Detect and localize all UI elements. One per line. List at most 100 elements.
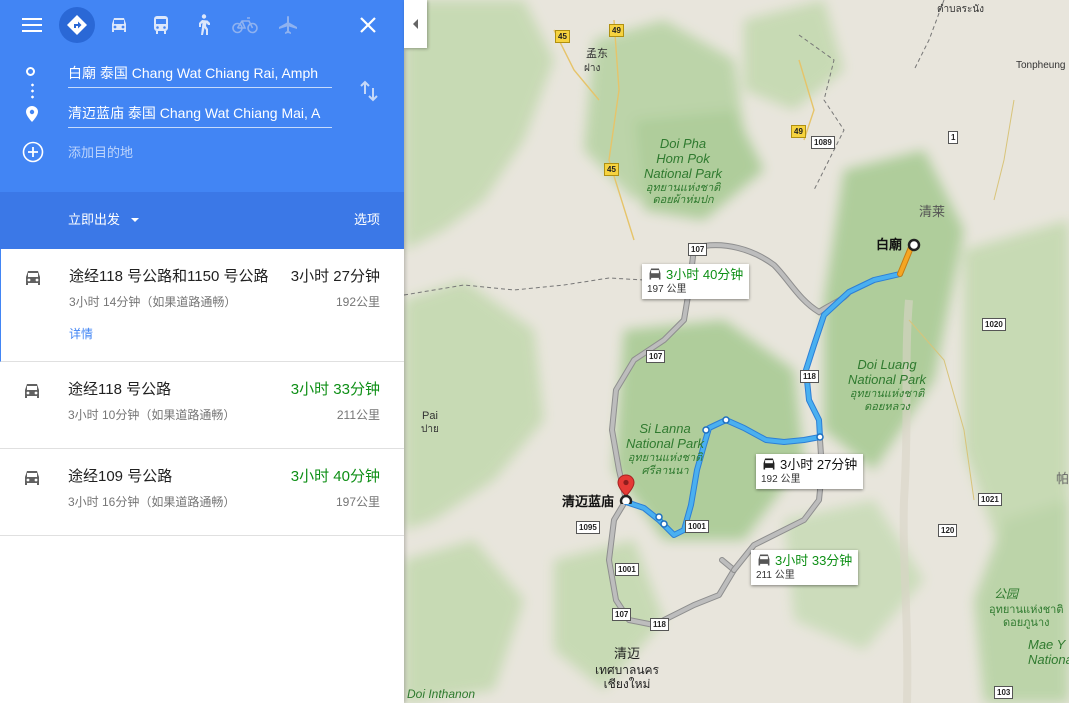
callout-time: 3小时 27分钟 bbox=[780, 457, 858, 472]
route-duration: 3小时 40分钟 bbox=[290, 468, 380, 485]
town-label-chiangmai-thai: เทศบาลนคร เชียงใหม่ bbox=[594, 663, 659, 691]
destination-map-label: 清迈蓝庙 bbox=[562, 494, 615, 509]
town-label-chiangrai: 清莱 bbox=[919, 204, 946, 219]
route-duration: 3小时 27分钟 bbox=[290, 268, 380, 285]
callout-time: 3小时 40分钟 bbox=[666, 267, 744, 282]
route-typical-duration: 3小时 16分钟（如果道路通畅） bbox=[68, 495, 236, 509]
route-distance: 192公里 bbox=[335, 295, 380, 309]
town-label-mengdong-thai: ฝาง bbox=[584, 63, 601, 74]
waypoint-dot bbox=[816, 433, 824, 441]
town-label-far-right: 帕 bbox=[1056, 471, 1069, 486]
highway-shield: 49 bbox=[791, 125, 806, 138]
car-icon bbox=[22, 469, 42, 492]
walk-icon[interactable] bbox=[185, 7, 221, 43]
park-label-right: 公园 bbox=[994, 587, 1019, 602]
route-option-2[interactable]: 途经118 号公路 3小时 33分钟 3小时 10分钟（如果道路通畅） 211公… bbox=[0, 362, 404, 449]
highway-shield: 1095 bbox=[576, 521, 600, 534]
highway-shield: 103 bbox=[994, 686, 1014, 699]
park-thai-line: ดอยภูนาง bbox=[1002, 616, 1050, 629]
callout-distance: 211 公里 bbox=[756, 570, 795, 581]
highway-shield: 107 bbox=[646, 350, 666, 363]
callout-distance: 197 公里 bbox=[647, 284, 687, 295]
depart-options-bar: 立即出发 选项 bbox=[0, 192, 404, 249]
route-details-link[interactable]: 详情 bbox=[69, 327, 93, 341]
park-thai-line: อุทยานแห่งชาติ bbox=[645, 181, 721, 194]
destination-marker-icon[interactable] bbox=[617, 474, 635, 504]
route-callout-2[interactable]: 3小时 33分钟 211 公里 bbox=[751, 550, 859, 585]
town-label-top-right-thai: ตำบลระนัง bbox=[937, 4, 985, 15]
origin-map-label: 白廟 bbox=[876, 237, 903, 252]
travel-mode-bar bbox=[0, 0, 404, 50]
origin-icon bbox=[26, 67, 35, 76]
park-label-mae-yom: Mae Y Nationa bbox=[1028, 637, 1069, 668]
park-thai-line: อุทยานแห่งชาติ bbox=[989, 604, 1064, 616]
car-icon bbox=[761, 457, 777, 474]
park-name-line: Doi Pha bbox=[659, 136, 707, 151]
waypoint-dot bbox=[722, 416, 730, 424]
transit-icon[interactable] bbox=[143, 7, 179, 43]
park-thai-line: ดอยผ้าห่มปก bbox=[652, 194, 714, 207]
park-name-line: Doi Luang bbox=[857, 357, 917, 372]
depart-now-dropdown[interactable]: 立即出发 bbox=[68, 212, 120, 228]
menu-icon[interactable] bbox=[14, 7, 50, 43]
highway-shield: 1020 bbox=[982, 318, 1006, 331]
destination-input[interactable]: 清迈蓝庙 泰国 Chang Wat Chiang Mai, A bbox=[68, 101, 332, 128]
park-name-line: Mae Y bbox=[1028, 637, 1066, 652]
car-icon[interactable] bbox=[101, 7, 137, 43]
highway-shield: 107 bbox=[688, 243, 708, 256]
flight-icon[interactable] bbox=[270, 7, 306, 43]
park-name-line: National Park bbox=[626, 435, 705, 451]
destination-input-value: 清迈蓝庙 泰国 Chang Wat Chiang Mai, A bbox=[68, 105, 321, 121]
swap-icon[interactable] bbox=[359, 80, 379, 107]
town-label-mengdong: 孟东 bbox=[586, 48, 608, 60]
route-duration: 3小时 33分钟 bbox=[290, 381, 380, 398]
town-label-pai: Pai bbox=[422, 410, 438, 422]
origin-marker-icon[interactable] bbox=[906, 237, 922, 253]
car-icon bbox=[647, 267, 663, 284]
route-distance: 197公里 bbox=[335, 495, 380, 509]
highway-shield: 118 bbox=[650, 618, 669, 631]
add-destination-link[interactable]: 添加目的地 bbox=[68, 144, 133, 162]
town-label-tonpheung: Tonpheung bbox=[1016, 60, 1066, 71]
highway-shield: 1 bbox=[948, 131, 959, 144]
chevron-down-icon[interactable] bbox=[131, 218, 139, 222]
destination-pin-icon bbox=[26, 106, 38, 127]
directions-header: 白廟 泰国 Chang Wat Chiang Rai, Amph 清迈蓝庙 泰国… bbox=[0, 0, 404, 192]
chevron-left-icon bbox=[412, 19, 418, 29]
park-label-doi-inthanon: Doi Inthanon bbox=[407, 687, 476, 701]
waypoint-dot bbox=[660, 520, 668, 528]
route-callout-1[interactable]: 3小时 27分钟 192 公里 bbox=[756, 454, 864, 489]
highway-shield: 1021 bbox=[978, 493, 1002, 506]
park-name-line: Hom Pok bbox=[656, 150, 710, 166]
park-thai-line: อุทยานแห่งชาติ bbox=[627, 451, 703, 464]
park-name-line: Nationa bbox=[1028, 651, 1069, 667]
route-title: 途经109 号公路 bbox=[68, 468, 173, 485]
callout-distance: 192 公里 bbox=[761, 474, 801, 485]
close-icon[interactable] bbox=[350, 7, 386, 43]
route-option-3[interactable]: 途经109 号公路 3小时 40分钟 3小时 16分钟（如果道路通畅） 197公… bbox=[0, 449, 404, 536]
route-typical-duration: 3小时 10分钟（如果道路通畅） bbox=[68, 408, 236, 422]
map-canvas[interactable]: 3小时 40分钟 197 公里 3小时 27分钟 192 公里 3小时 33分钟… bbox=[404, 0, 1069, 703]
options-button[interactable]: 选项 bbox=[354, 212, 380, 228]
route-typical-duration: 3小时 14分钟（如果道路通畅） bbox=[69, 295, 237, 309]
route-title: 途经118 号公路和1150 号公路 bbox=[69, 268, 269, 285]
car-icon bbox=[22, 382, 42, 405]
park-thai-line: อุทยานแห่งชาติ bbox=[849, 387, 925, 400]
bicycle-icon[interactable] bbox=[227, 7, 263, 43]
add-destination-icon[interactable] bbox=[22, 141, 44, 168]
park-thai-line: ดอยหลวง bbox=[864, 400, 910, 413]
highway-shield: 1089 bbox=[811, 136, 835, 149]
highway-shield: 45 bbox=[555, 30, 570, 43]
origin-input[interactable]: 白廟 泰国 Chang Wat Chiang Rai, Amph bbox=[68, 61, 332, 88]
highway-shield: 118 bbox=[800, 370, 819, 383]
route-option-1[interactable]: 途经118 号公路和1150 号公路 3小时 27分钟 3小时 14分钟（如果道… bbox=[0, 249, 404, 362]
park-name-line: 公园 bbox=[994, 587, 1019, 601]
collapse-panel-button[interactable] bbox=[404, 0, 427, 48]
route-callout-3[interactable]: 3小时 40分钟 197 公里 bbox=[642, 264, 750, 299]
highway-shield: 49 bbox=[609, 24, 624, 37]
car-icon bbox=[756, 553, 772, 570]
directions-icon[interactable] bbox=[59, 7, 95, 43]
park-name-line: National Park bbox=[644, 165, 723, 181]
park-label-si-lanna: Si Lanna National Park อุทยานแห่งชาติ ศร… bbox=[626, 421, 705, 477]
town-label-pai-thai: ปาย bbox=[421, 424, 439, 435]
